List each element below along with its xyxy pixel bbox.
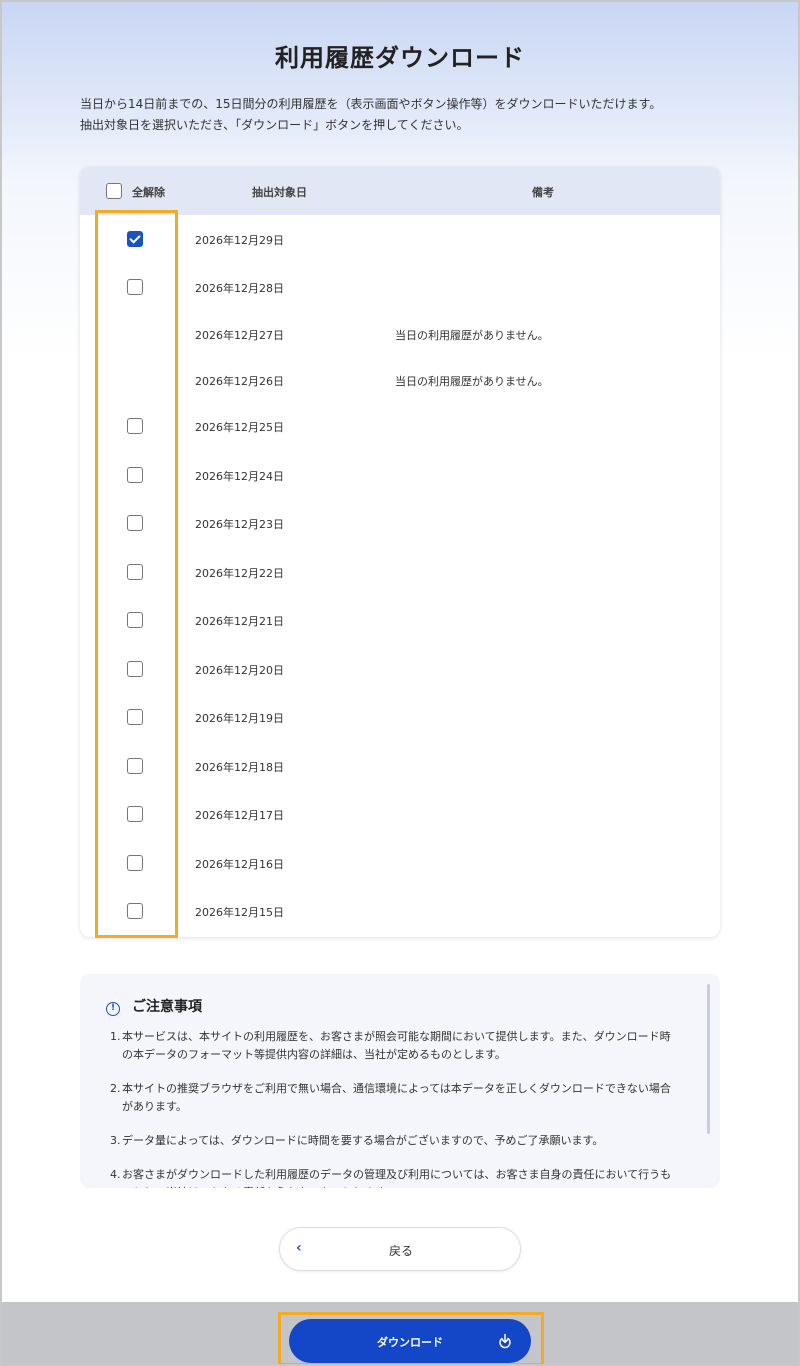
notes-title: ご注意事項 [132,999,202,1015]
notes-heading: ! ご注意事項 [106,996,202,1016]
row-date: 2026年12月25日 [195,421,284,434]
table-row: 2026年12月24日 [80,455,720,495]
notes-panel: ! ご注意事項 1. 本サービスは、本サイトの利用履歴を、お客さまが照会可能な期間に… [80,974,720,1188]
row-note: 当日の利用履歴がありません。 [395,375,549,388]
back-button[interactable]: ‹ 戻る [279,1227,521,1271]
page-title: 利用履歴ダウンロード [275,44,525,72]
date-checkbox[interactable] [127,612,143,628]
date-checkbox[interactable] [127,758,143,774]
notes-item-number: 3. [110,1134,121,1147]
date-column-header: 抽出対象日 [252,186,307,199]
row-date: 2026年12月16日 [195,858,284,871]
table-row: 2026年12月29日 [80,219,720,259]
table-row: 2026年12月15日 [80,891,720,931]
table-row: 2026年12月28日 [80,267,720,307]
row-date: 2026年12月18日 [195,761,284,774]
table-row: 2026年12月21日 [80,600,720,640]
date-checkbox[interactable] [127,279,143,295]
table-row: 2026年12月27日 当日の利用履歴がありません。 [80,314,720,354]
intro-line-1: 当日から14日前までの、15日間分の利用履歴を（表示画面やボタン操作等）をダウン… [80,97,662,111]
table-row: 2026年12月25日 [80,406,720,446]
notes-list-item: 4. お客さまがダウンロードした利用履歴のデータの管理及び利用については、お客さま… [110,1166,680,1188]
notes-list-item: 3. データ量によっては、ダウンロードに時間を要する場合がございますので、予めご了… [110,1132,680,1150]
table-row: 2026年12月22日 [80,552,720,592]
notes-list-item: 1. 本サービスは、本サイトの利用履歴を、お客さまが照会可能な期間において提供しま… [110,1028,680,1064]
download-button[interactable]: ダウンロード [289,1319,531,1363]
table-header: 全解除 抽出対象日 備考 [80,167,720,215]
notes-item-text: お客さまがダウンロードした利用履歴のデータの管理及び利用については、お客さま自身… [122,1168,672,1188]
date-selection-table: 全解除 抽出対象日 備考 2026年12月29日 2026年12月28日 2026年… [80,167,720,937]
table-row: 2026年12月20日 [80,649,720,689]
intro-line-2: 抽出対象日を選択いただき、「ダウンロード」ボタンを押してください。 [80,118,469,132]
row-note: 当日の利用履歴がありません。 [395,329,549,342]
row-date: 2026年12月21日 [195,615,284,628]
intro-text: 当日から14日前までの、15日間分の利用履歴を（表示画面やボタン操作等）をダウン… [80,94,740,136]
date-checkbox[interactable] [127,418,143,434]
notes-item-text: 本サービスは、本サイトの利用履歴を、お客さまが照会可能な期間において提供します。… [122,1030,671,1061]
notes-item-number: 2. [110,1082,121,1095]
row-date: 2026年12月28日 [195,282,284,295]
date-checkbox[interactable] [127,231,143,247]
row-date: 2026年12月26日 [195,375,284,388]
date-checkbox[interactable] [127,903,143,919]
row-date: 2026年12月19日 [195,712,284,725]
date-checkbox[interactable] [127,709,143,725]
row-date: 2026年12月24日 [195,470,284,483]
row-date: 2026年12月23日 [195,518,284,531]
date-checkbox[interactable] [127,661,143,677]
download-button-label: ダウンロード [377,1336,443,1349]
notes-scrollbar[interactable] [707,984,710,1134]
notes-item-number: 4. [110,1168,121,1181]
date-checkbox[interactable] [127,515,143,531]
row-date: 2026年12月29日 [195,234,284,247]
date-checkbox[interactable] [127,855,143,871]
notes-item-text: 本サイトの推奨ブラウザをご利用で無い場合、通信環境によっては本データを正しくダウ… [122,1082,671,1113]
select-all-label[interactable]: 全解除 [132,184,165,200]
info-icon: ! [106,1002,120,1016]
row-date: 2026年12月20日 [195,664,284,677]
notes-list-item: 2. 本サイトの推奨ブラウザをご利用で無い場合、通信環境によっては本データを正しく… [110,1080,680,1116]
row-date: 2026年12月17日 [195,809,284,822]
note-column-header: 備考 [532,186,554,199]
date-checkbox[interactable] [127,564,143,580]
row-date: 2026年12月15日 [195,906,284,919]
table-row: 2026年12月18日 [80,746,720,786]
back-button-label: 戻る [388,1244,413,1258]
table-row: 2026年12月26日 当日の利用履歴がありません。 [80,360,720,400]
date-checkbox[interactable] [127,806,143,822]
row-date: 2026年12月22日 [195,567,284,580]
table-row: 2026年12月17日 [80,794,720,834]
table-row: 2026年12月16日 [80,843,720,883]
notes-item-number: 1. [110,1030,121,1043]
date-checkbox[interactable] [127,467,143,483]
table-row: 2026年12月23日 [80,503,720,543]
select-all-checkbox[interactable] [106,183,122,199]
download-icon [497,1333,513,1352]
row-date: 2026年12月27日 [195,329,284,342]
table-row: 2026年12月19日 [80,697,720,737]
notes-list: 1. 本サービスは、本サイトの利用履歴を、お客さまが照会可能な期間において提供しま… [110,1028,680,1188]
app-frame: 利用履歴ダウンロード 当日から14日前までの、15日間分の利用履歴を（表示画面や… [0,0,800,1366]
notes-item-text: データ量によっては、ダウンロードに時間を要する場合がございますので、予めご了承願… [122,1134,604,1147]
